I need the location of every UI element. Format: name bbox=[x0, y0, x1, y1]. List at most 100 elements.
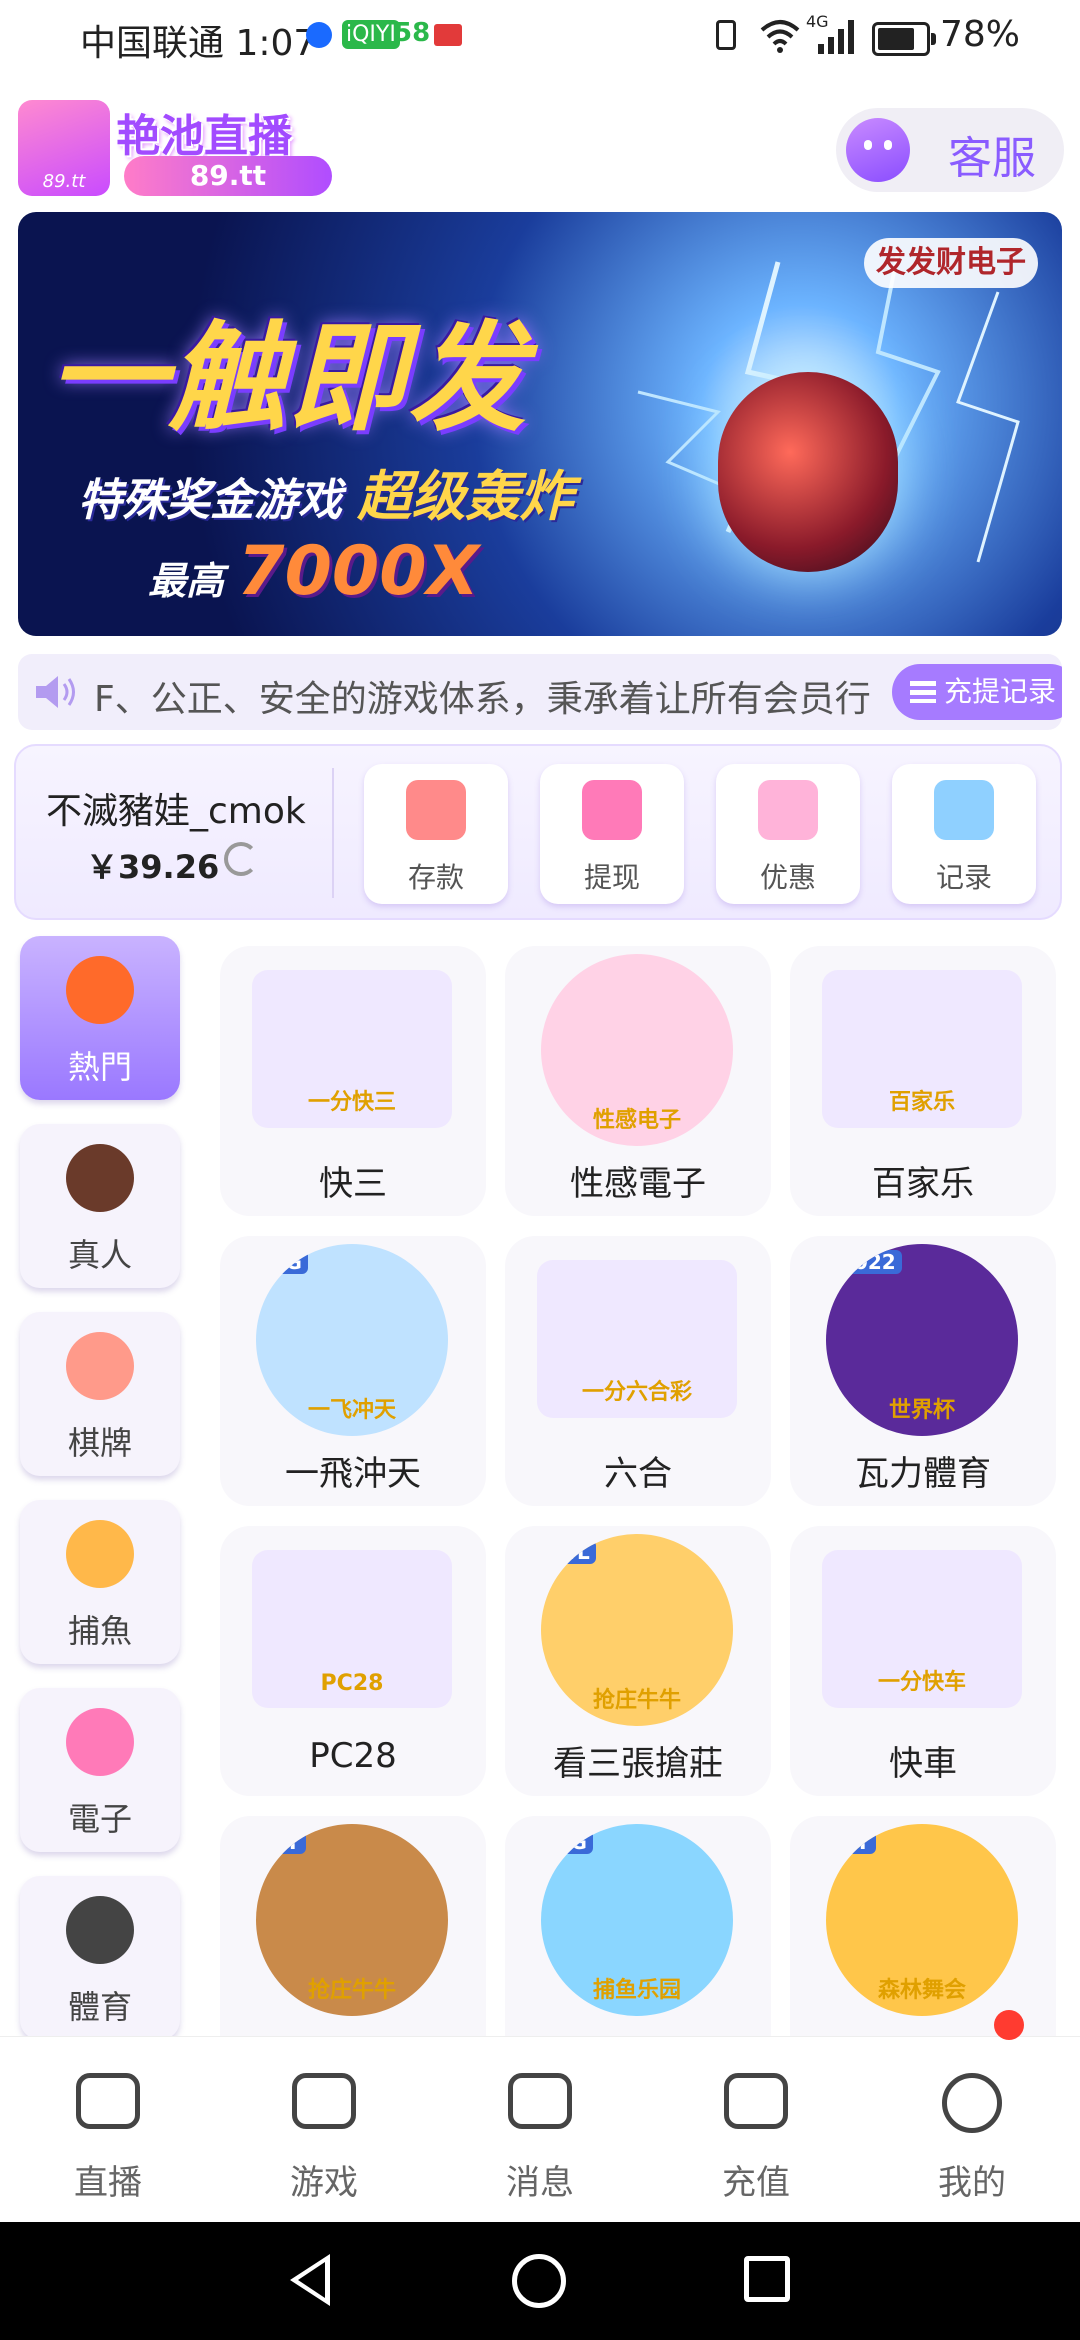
game-thumbnail: PC28 bbox=[252, 1550, 452, 1708]
live-camera-icon bbox=[76, 2073, 140, 2129]
game-grid: 一分快三 快三 性感电子 性感電子 百家乐 百家乐 AG 一飞冲天 一飛沖天 一分六合彩 六合 202… bbox=[0, 936, 1080, 2036]
game-art-caption: 森林舞会 bbox=[877, 1978, 966, 2003]
nav-item[interactable]: 直播 bbox=[0, 2037, 216, 2223]
username: 不滅豬娃_cmok bbox=[46, 791, 306, 832]
system-navigation-bar bbox=[0, 2222, 1080, 2340]
nav-item[interactable]: 我的 bbox=[864, 2037, 1080, 2223]
speaker-icon bbox=[36, 676, 75, 708]
nav-label: 我的 bbox=[938, 2163, 1006, 2203]
provider-tag: AG bbox=[549, 1830, 593, 1854]
vibrate-icon bbox=[716, 20, 736, 50]
headset-icon bbox=[846, 118, 910, 182]
home-icon[interactable] bbox=[512, 2254, 566, 2308]
gift-icon bbox=[758, 780, 818, 840]
game-tile[interactable]: KY 抢庄牛牛 bbox=[220, 1816, 486, 2036]
bar-chart-icon bbox=[934, 780, 994, 840]
game-tile[interactable]: AG 一飞冲天一飛沖天 bbox=[220, 1236, 486, 1506]
provider-tag: AG bbox=[264, 1250, 308, 1274]
game-art-caption: 世界杯 bbox=[888, 1398, 955, 1423]
nav-item[interactable]: 消息 bbox=[432, 2037, 648, 2223]
app-notification-icon bbox=[306, 22, 332, 48]
banner-brand-badge: 发发财电子 bbox=[864, 238, 1038, 288]
account-action-money-bag[interactable]: 提现 bbox=[540, 764, 684, 904]
book-icon bbox=[434, 24, 462, 46]
nav-item[interactable]: 游戏 bbox=[216, 2037, 432, 2223]
nav-label: 直播 bbox=[74, 2163, 142, 2203]
account-action-bar-chart[interactable]: 记录 bbox=[892, 764, 1036, 904]
game-thumbnail: AG 捕鱼乐园 bbox=[541, 1824, 733, 2016]
banner-headline: 一触即发 bbox=[48, 309, 529, 447]
records-button-label: 充提记录 bbox=[944, 675, 1057, 708]
game-tile[interactable]: 一分快三 快三 bbox=[220, 946, 486, 1216]
refresh-balance-icon[interactable] bbox=[224, 842, 258, 876]
recents-icon[interactable] bbox=[744, 2256, 790, 2302]
game-art-caption: 一分快车 bbox=[877, 1670, 966, 1695]
app-58-icon: 58 bbox=[394, 18, 431, 48]
logo-title: 艳池直播 bbox=[116, 111, 292, 162]
game-tile[interactable]: KY 森林舞会 bbox=[790, 1816, 1056, 2036]
game-thumbnail: WL 抢庄牛牛 bbox=[541, 1534, 733, 1726]
game-thumbnail: KY 抢庄牛牛 bbox=[256, 1824, 448, 2016]
game-tile[interactable]: 一分快车 快車 bbox=[790, 1526, 1056, 1796]
deposit-withdraw-records-button[interactable]: 充提记录 bbox=[892, 664, 1062, 720]
account-action-label: 存款 bbox=[407, 861, 464, 894]
game-thumbnail: 一分六合彩 bbox=[537, 1260, 737, 1418]
app-logo: 89.tt 艳池直播 89.tt bbox=[18, 100, 332, 200]
nav-item[interactable]: 充值 bbox=[648, 2037, 864, 2223]
notification-badge bbox=[994, 2010, 1024, 2040]
money-bag-icon bbox=[582, 780, 642, 840]
provider-tag: KY bbox=[264, 1830, 306, 1854]
game-tile[interactable]: 百家乐 百家乐 bbox=[790, 946, 1056, 1216]
logo-mascot-icon: 89.tt bbox=[18, 100, 110, 196]
provider-tag: WL bbox=[549, 1540, 596, 1564]
account-action-label: 优惠 bbox=[759, 861, 816, 894]
game-label: 一飛沖天 bbox=[285, 1454, 421, 1494]
banner-max-multiplier: 最高 7000X bbox=[148, 532, 479, 611]
game-thumbnail: 一分快三 bbox=[252, 970, 452, 1128]
provider-tag: 2022 bbox=[834, 1250, 902, 1274]
game-label: 瓦力體育 bbox=[855, 1454, 991, 1494]
customer-service-button[interactable]: 客服 bbox=[836, 108, 1064, 192]
account-action-label: 提现 bbox=[583, 861, 640, 894]
engine-heart-graphic bbox=[718, 372, 898, 572]
game-label: 快車 bbox=[889, 1744, 957, 1784]
game-thumbnail: 性感电子 bbox=[541, 954, 733, 1146]
card-icon bbox=[406, 780, 466, 840]
account-action-card[interactable]: 存款 bbox=[364, 764, 508, 904]
game-art-caption: 一飞冲天 bbox=[307, 1398, 396, 1423]
game-art-caption: 抢庄牛牛 bbox=[307, 1978, 396, 2003]
account-card: 不滅豬娃_cmok ￥39.26 存款 提现 优惠 记录 bbox=[14, 744, 1062, 920]
status-bar: 中国联通 1:07 iQIYI 58 4G 78% bbox=[0, 0, 1080, 76]
game-art-caption: 抢庄牛牛 bbox=[592, 1688, 681, 1713]
list-icon bbox=[910, 681, 936, 703]
signal-icon bbox=[818, 20, 858, 54]
game-thumbnail: 2022 世界杯 bbox=[826, 1244, 1018, 1436]
game-tile[interactable]: AG 捕鱼乐园 bbox=[505, 1816, 771, 2036]
game-label: 快三 bbox=[319, 1164, 387, 1204]
game-tile[interactable]: 2022 世界杯瓦力體育 bbox=[790, 1236, 1056, 1506]
game-label: 性感電子 bbox=[570, 1164, 706, 1204]
game-tile[interactable]: 性感电子 性感電子 bbox=[505, 946, 771, 1216]
nav-label: 游戏 bbox=[290, 2163, 358, 2203]
gamepad-icon bbox=[292, 2073, 356, 2129]
game-tile[interactable]: 一分六合彩 六合 bbox=[505, 1236, 771, 1506]
nav-label: 消息 bbox=[506, 2163, 574, 2203]
account-action-gift[interactable]: 优惠 bbox=[716, 764, 860, 904]
game-thumbnail: 一分快车 bbox=[822, 1550, 1022, 1708]
bottom-navigation: 直播 游戏 消息 充值 我的 bbox=[0, 2036, 1080, 2223]
game-tile[interactable]: PC28 PC28 bbox=[220, 1526, 486, 1796]
game-tile[interactable]: WL 抢庄牛牛 看三張搶莊 bbox=[505, 1526, 771, 1796]
game-label: PC28 bbox=[309, 1736, 397, 1776]
promo-banner[interactable]: 一触即发 特殊奖金游戏 超级轰炸 最高 7000X 发发财电子 bbox=[18, 212, 1062, 636]
game-art-caption: 性感电子 bbox=[592, 1108, 681, 1133]
game-thumbnail: AG 一飞冲天 bbox=[256, 1244, 448, 1436]
announcement-bar: F、公正、安全的游戏体系，秉承着让所有会员行 充提记录 bbox=[18, 654, 1062, 730]
wifi-icon bbox=[760, 16, 800, 56]
battery-percent: 78% bbox=[940, 14, 1021, 55]
game-art-caption: 一分六合彩 bbox=[581, 1380, 692, 1405]
game-art-caption: 百家乐 bbox=[888, 1090, 955, 1115]
announcement-text: F、公正、安全的游戏体系，秉承着让所有会员行 bbox=[94, 679, 871, 720]
game-art-caption: 捕鱼乐园 bbox=[592, 1978, 681, 2003]
logo-url: 89.tt bbox=[124, 156, 332, 196]
balance: ￥39.26 bbox=[86, 848, 220, 886]
